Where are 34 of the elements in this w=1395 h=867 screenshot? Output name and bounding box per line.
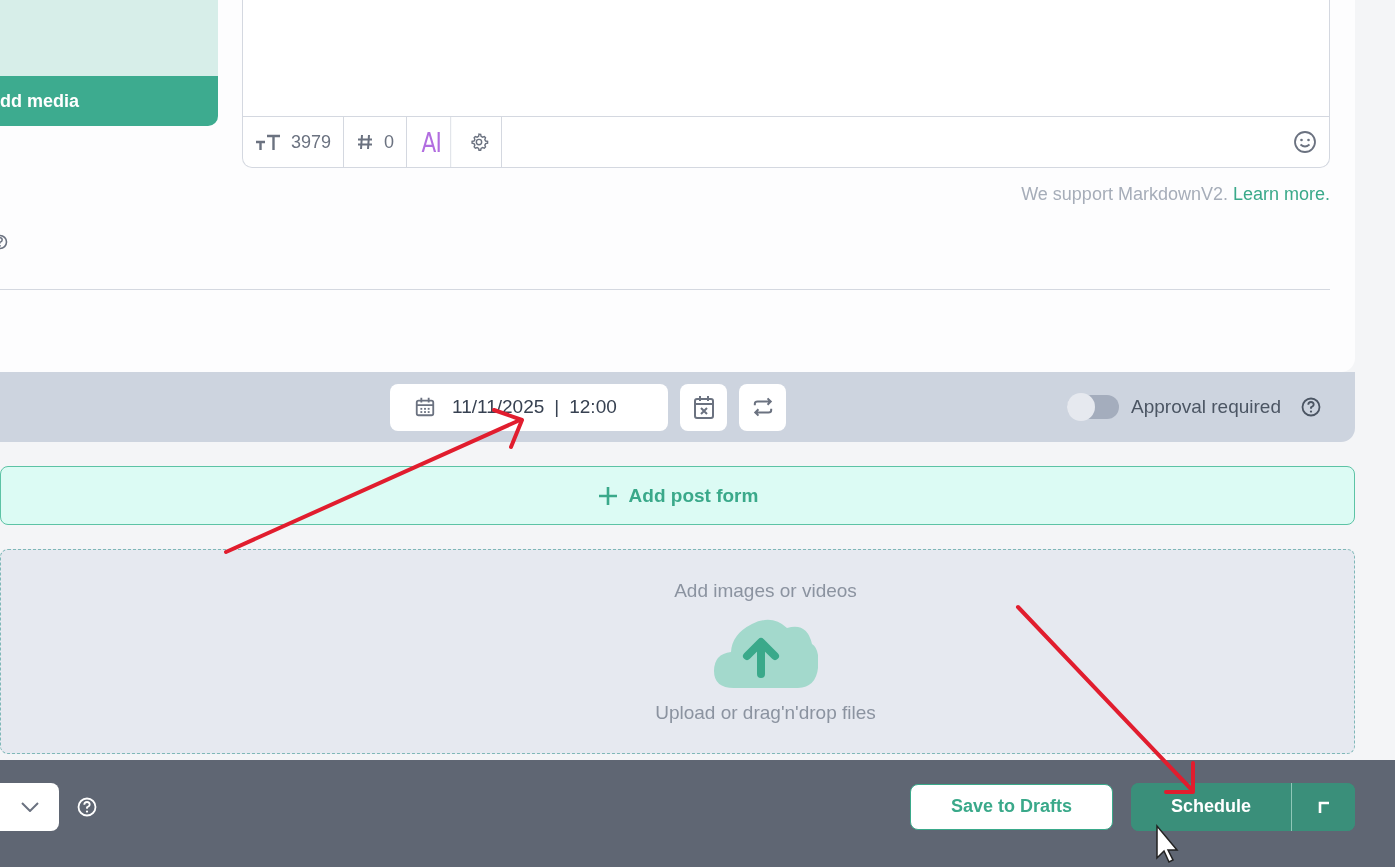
dropdown[interactable] <box>0 782 59 831</box>
character-count: 3979 <box>291 131 332 153</box>
corner-icon <box>1317 800 1330 813</box>
date-time-field[interactable]: 11/11/2025 | 12:00 <box>390 383 668 431</box>
time-value: 12:00 <box>569 396 617 418</box>
text-editor[interactable]: 3979 0 AI <box>242 0 1330 168</box>
separator: | <box>554 396 560 418</box>
mouse-cursor-icon <box>1156 823 1179 863</box>
settings-icon <box>468 132 489 152</box>
dropzone-title: Add images or videos <box>674 579 857 602</box>
date-value: 11/11/2025 <box>452 396 545 418</box>
plus-icon <box>596 484 619 507</box>
schedule-options-button[interactable] <box>1291 782 1355 831</box>
repeat-button[interactable] <box>739 383 786 431</box>
add-post-form-button[interactable]: Add post form <box>0 466 1355 525</box>
approval-label: Approval required <box>1131 396 1281 418</box>
calendar-icon <box>414 396 436 418</box>
save-to-drafts-button[interactable]: Save to Drafts <box>910 783 1113 830</box>
hashtag-icon <box>356 133 375 151</box>
add-media-button[interactable]: dd media <box>0 76 218 126</box>
dropzone-hint: Upload or drag'n'drop files <box>655 701 876 724</box>
ai-button[interactable]: AI <box>412 117 452 167</box>
learn-more-link[interactable]: Learn more. <box>1232 184 1330 204</box>
emoji-icon[interactable] <box>1293 130 1317 154</box>
markdown-note: We support MarkdownV2. Learn more. <box>1020 184 1330 205</box>
calendar-x-icon <box>691 394 716 420</box>
chevron-down-icon <box>20 801 39 812</box>
upload-dropzone[interactable]: Add images or videos Upload or drag'n'drop files <box>0 549 1355 754</box>
help-icon[interactable] <box>1301 397 1321 417</box>
clear-date-button[interactable] <box>680 383 727 431</box>
repeat-icon <box>751 397 774 417</box>
approval-toggle[interactable] <box>1067 395 1119 419</box>
hashtag-count: 0 <box>384 131 395 153</box>
text-size-icon <box>255 133 281 151</box>
